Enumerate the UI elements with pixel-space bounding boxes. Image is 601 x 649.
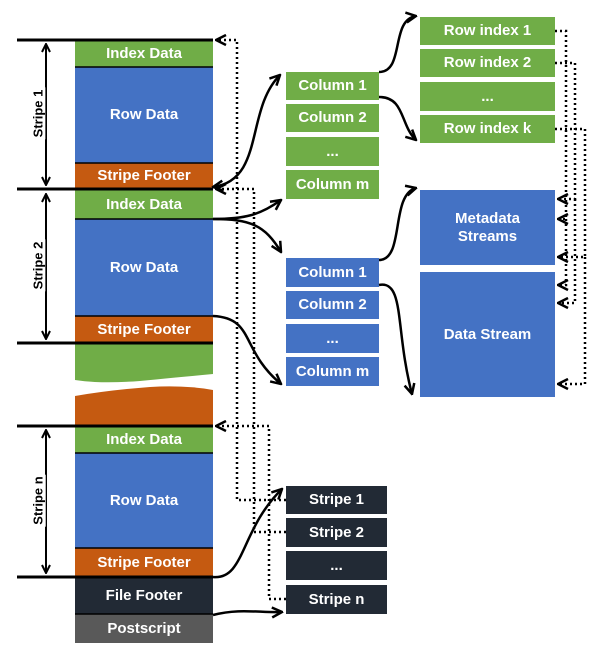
- stripe2-label: Stripe 2: [30, 239, 46, 292]
- rowindex1-to-data: [558, 219, 566, 285]
- footer1-to-column1: [213, 75, 280, 187]
- stripe1-pointer: [216, 40, 286, 502]
- column1-to-row-index-k: [378, 95, 416, 140]
- datacol1-to-datastream: [378, 283, 412, 394]
- index2-to-column-m: [212, 200, 281, 221]
- stripe2-pointer: [216, 189, 286, 534]
- separators: [75, 66, 213, 615]
- gap-orange: [75, 386, 213, 426]
- column1-to-row-index-1: [378, 16, 416, 74]
- stripe1-label: Stripe 1: [30, 87, 46, 140]
- stripen-footer-to-stripe1: [212, 489, 282, 579]
- rowindex1-to-metadata: [555, 29, 566, 219]
- rowindexk-to-data: [558, 257, 587, 384]
- rowindexk-to-metadata: [555, 127, 587, 257]
- footer2-to-column-m: [212, 314, 281, 384]
- stripen-label: Stripe n: [30, 474, 46, 527]
- gap-green: [75, 343, 213, 383]
- filefooter-to-stripe-n: [212, 611, 282, 615]
- datacol1-to-metadata: [378, 188, 416, 262]
- index2-to-data-column1: [212, 217, 281, 252]
- connector-overlay: [17, 0, 587, 649]
